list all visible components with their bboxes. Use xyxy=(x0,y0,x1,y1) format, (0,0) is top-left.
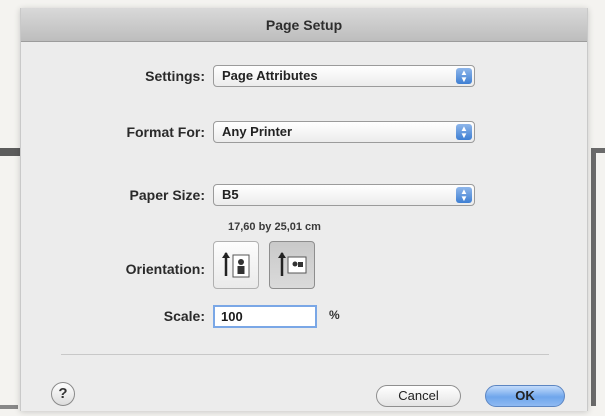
paper-dimensions: 17,60 by 25,01 cm xyxy=(228,221,321,233)
format-for-popup-value: Any Printer xyxy=(222,124,293,139)
portrait-orientation-icon xyxy=(222,252,250,278)
format-for-popup[interactable]: Any Printer ▲ ▼ xyxy=(213,121,475,143)
paper-size-popup[interactable]: B5 ▲ ▼ xyxy=(213,184,475,206)
dialog-title: Page Setup xyxy=(21,8,587,42)
scale-label: Scale: xyxy=(163,308,205,324)
up-down-arrows-icon: ▲ ▼ xyxy=(456,187,472,203)
settings-popup-value: Page Attributes xyxy=(222,68,318,83)
settings-popup[interactable]: Page Attributes ▲ ▼ xyxy=(213,65,475,87)
orientation-label: Orientation: xyxy=(125,261,205,277)
ok-button[interactable]: OK xyxy=(485,385,565,407)
paper-size-label: Paper Size: xyxy=(129,187,205,203)
up-down-arrows-icon: ▲ ▼ xyxy=(456,68,472,84)
settings-label: Settings: xyxy=(145,68,205,84)
cancel-button[interactable]: Cancel xyxy=(376,385,461,407)
help-button[interactable]: ? xyxy=(51,382,75,406)
background-bottom-left xyxy=(0,405,18,409)
up-down-arrows-icon: ▲ ▼ xyxy=(456,124,472,140)
scale-unit: % xyxy=(329,308,340,322)
format-for-label: Format For: xyxy=(126,124,205,140)
scale-input[interactable]: 100 xyxy=(213,305,317,328)
landscape-orientation-button[interactable] xyxy=(269,241,315,289)
question-mark-icon: ? xyxy=(58,385,68,402)
divider xyxy=(61,354,549,355)
portrait-orientation-button[interactable] xyxy=(213,241,259,289)
background-right-frame xyxy=(591,148,605,406)
paper-size-popup-value: B5 xyxy=(222,187,239,202)
background-left-bar xyxy=(0,148,22,156)
landscape-orientation-icon xyxy=(278,252,307,276)
page-setup-sheet: Page Setup Settings: Page Attributes ▲ ▼ … xyxy=(20,8,588,411)
